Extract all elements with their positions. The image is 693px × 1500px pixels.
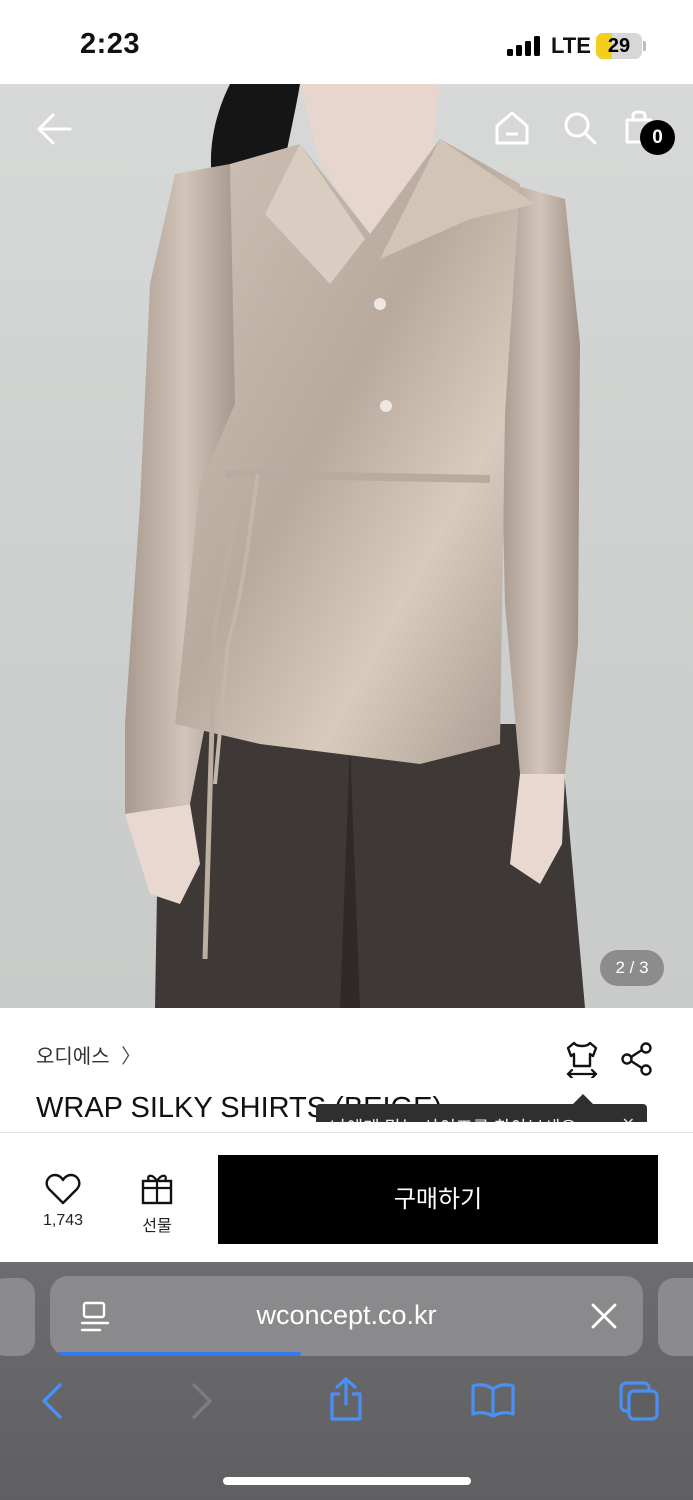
close-icon[interactable]: [590, 1302, 618, 1330]
gift-icon[interactable]: [140, 1171, 174, 1205]
buy-button[interactable]: 구매하기: [218, 1155, 658, 1244]
shirt-size-icon[interactable]: [564, 1040, 600, 1078]
home-icon[interactable]: [494, 110, 530, 146]
share-up-icon[interactable]: [328, 1376, 364, 1422]
gift-label: 선물: [142, 1218, 172, 1235]
arrow-left-icon[interactable]: [36, 112, 72, 146]
like-count: 1,743: [42, 1212, 84, 1229]
tabs-icon[interactable]: [618, 1380, 660, 1422]
url-text[interactable]: wconcept.co.kr: [50, 1300, 643, 1331]
battery-level: 29: [607, 35, 631, 57]
search-icon[interactable]: [562, 110, 598, 146]
image-counter: 2 / 3: [600, 950, 664, 986]
chevron-left-icon[interactable]: [40, 1382, 64, 1420]
brand-name: 오디에스: [36, 1046, 110, 1068]
product-photo-illustration: [125, 84, 585, 1008]
chevron-right-icon: 〉: [121, 1046, 142, 1068]
product-image[interactable]: 2 / 3: [0, 84, 693, 1008]
tooltip-arrow: [573, 1094, 593, 1104]
previous-tab-preview[interactable]: [0, 1278, 35, 1356]
share-icon[interactable]: [620, 1042, 654, 1076]
heart-icon[interactable]: [45, 1173, 81, 1205]
book-icon[interactable]: [470, 1382, 516, 1418]
next-tab-preview[interactable]: [658, 1278, 693, 1356]
cart-count-badge: 0: [640, 120, 675, 155]
signal-icon: [507, 36, 543, 56]
brand-link[interactable]: 오디에스 〉: [36, 1040, 141, 1069]
battery-icon: 29: [596, 33, 642, 59]
status-time: 2:23: [80, 28, 141, 60]
address-bar[interactable]: wconcept.co.kr: [50, 1276, 643, 1356]
home-indicator: [223, 1477, 471, 1485]
chevron-right-icon[interactable]: [190, 1382, 214, 1420]
page-load-progress: [58, 1352, 301, 1356]
status-bar: 2:23 LTE 29: [0, 0, 693, 84]
network-label: LTE: [551, 33, 591, 58]
reader-icon[interactable]: [80, 1300, 110, 1334]
